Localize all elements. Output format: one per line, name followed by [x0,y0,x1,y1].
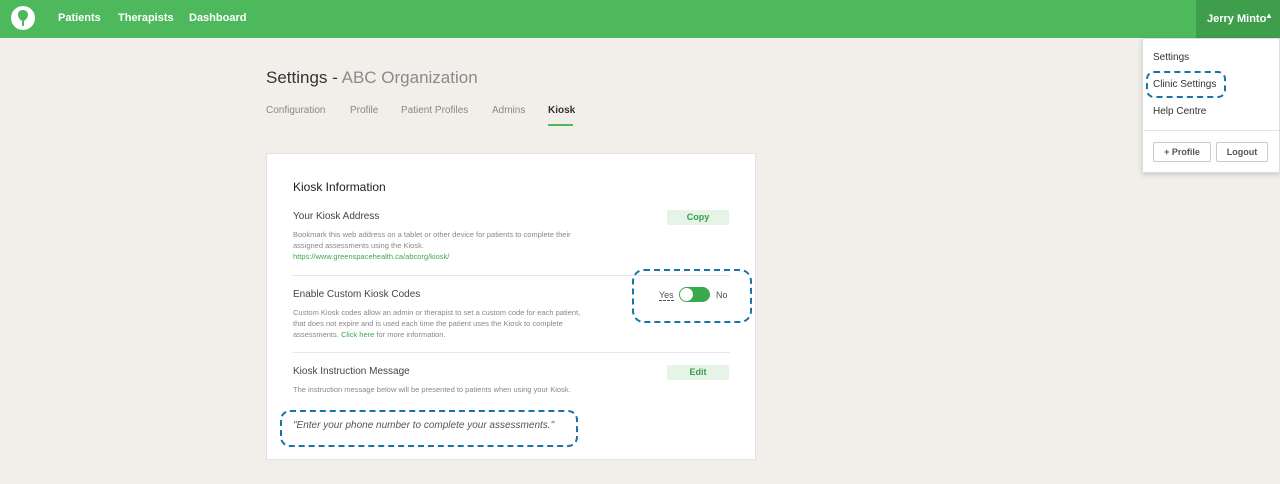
active-tab-indicator [548,124,573,126]
user-name: Jerry Minto [1207,13,1267,25]
tab-configuration[interactable]: Configuration [266,105,325,116]
logo-icon[interactable] [11,6,35,30]
kiosk-card-title: Kiosk Information [293,180,386,194]
logout-button[interactable]: Logout [1216,142,1268,162]
tab-kiosk[interactable]: Kiosk [548,105,575,116]
tab-patient-profiles[interactable]: Patient Profiles [401,105,468,116]
instruction-message-highlight [280,410,578,447]
page-title: Settings - ABC Organization [266,68,478,88]
user-menu-button[interactable]: Jerry Minto ▲ [1196,0,1280,38]
instruction-title: Kiosk Instruction Message [293,366,410,377]
edit-button[interactable]: Edit [667,365,729,380]
nav-patients[interactable]: Patients [58,12,101,24]
copy-button[interactable]: Copy [667,210,729,225]
kiosk-address-url[interactable]: https://www.greenspacehealth.ca/abcorg/k… [293,252,449,261]
toggle-highlight [632,269,752,323]
section-divider [293,352,730,353]
tab-profile[interactable]: Profile [350,105,378,116]
menu-item-help-centre[interactable]: Help Centre [1153,106,1206,117]
nav-dashboard[interactable]: Dashboard [189,12,246,24]
kiosk-address-description: Bookmark this web address on a tablet or… [293,229,583,262]
custom-codes-title: Enable Custom Kiosk Codes [293,289,421,300]
instruction-description: The instruction message below will be pr… [293,385,571,394]
page-title-text: Settings - [266,68,342,87]
add-profile-button[interactable]: + Profile [1153,142,1211,162]
kiosk-address-title: Your Kiosk Address [293,211,380,222]
clinic-settings-highlight [1146,71,1226,98]
tab-admins[interactable]: Admins [492,105,525,116]
custom-codes-description: Custom Kiosk codes allow an admin or the… [293,307,583,340]
menu-divider [1143,130,1279,131]
top-navbar: Patients Therapists Dashboard Jerry Mint… [0,0,1280,38]
kiosk-address-description-text: Bookmark this web address on a tablet or… [293,230,571,250]
caret-up-icon: ▲ [1265,11,1273,20]
custom-codes-description-tail: for more information. [374,330,446,339]
user-dropdown-menu: Settings Clinic Settings Help Centre + P… [1142,38,1280,173]
organization-name: ABC Organization [341,68,478,87]
click-here-link[interactable]: Click here [341,330,374,339]
nav-therapists[interactable]: Therapists [118,12,174,24]
menu-item-settings[interactable]: Settings [1153,52,1189,63]
